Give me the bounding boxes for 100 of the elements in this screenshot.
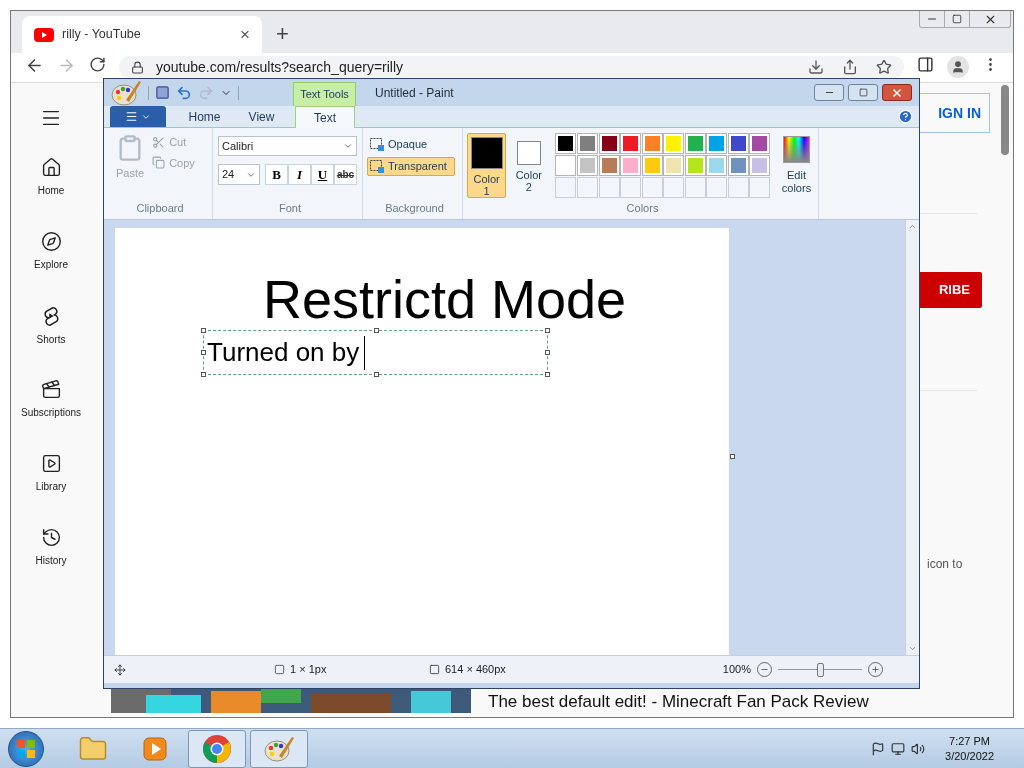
empty-swatch[interactable] — [577, 177, 598, 198]
background-option[interactable]: Transparent — [367, 157, 455, 176]
ribbon-tab[interactable]: Text — [295, 106, 355, 128]
copy-icon — [152, 156, 166, 170]
empty-swatch[interactable] — [706, 177, 728, 198]
tab-close-button[interactable]: × — [240, 26, 250, 43]
sidebar-item[interactable]: Library — [13, 451, 89, 525]
spectrum-icon — [782, 136, 810, 163]
palette-swatch[interactable] — [727, 133, 749, 154]
browser-tab[interactable]: rilly - YouTube × — [22, 16, 262, 53]
reload-icon[interactable] — [89, 56, 106, 73]
empty-swatch[interactable] — [663, 177, 685, 198]
start-button[interactable] — [8, 730, 44, 767]
group-label: Background — [384, 200, 445, 216]
text-box-icon — [370, 138, 384, 151]
palette-swatch[interactable] — [706, 155, 728, 176]
star-icon[interactable] — [876, 59, 892, 75]
forward-icon[interactable] — [57, 56, 76, 75]
sidebar-item[interactable]: Home — [13, 155, 89, 229]
resize-handle[interactable] — [730, 454, 735, 459]
action-center-icon[interactable] — [871, 741, 886, 756]
close-icon — [891, 86, 903, 99]
canvas-size-icon — [429, 664, 440, 675]
palette-swatch[interactable] — [684, 133, 706, 154]
edit-colors-button[interactable]: Edit colors — [774, 133, 818, 200]
palette-swatch[interactable] — [577, 133, 598, 154]
scroll-up-icon[interactable] — [908, 222, 917, 231]
palette-swatch[interactable] — [663, 155, 685, 176]
palette-swatch[interactable] — [598, 133, 620, 154]
maximize-icon — [858, 88, 868, 97]
vertical-scrollbar[interactable] — [905, 220, 919, 655]
selection-size: 1 × 1px — [290, 662, 327, 678]
address-bar[interactable]: youtube.com/results?search_query=rilly — [119, 56, 904, 78]
zoom-slider[interactable] — [778, 662, 862, 677]
palette-swatch[interactable] — [555, 133, 577, 154]
palette-swatch[interactable] — [641, 133, 663, 154]
text-cursor — [364, 335, 366, 370]
empty-swatch[interactable] — [684, 177, 706, 198]
text-box-icon — [370, 160, 384, 173]
home-icon — [40, 157, 62, 178]
canvas[interactable]: Restrictd Mode Turned on by — [115, 228, 729, 655]
palette-swatch[interactable] — [684, 155, 706, 176]
palette-swatch[interactable] — [749, 133, 771, 154]
empty-swatch[interactable] — [598, 177, 620, 198]
minimize-button[interactable] — [814, 84, 844, 101]
empty-swatch[interactable] — [727, 177, 749, 198]
ribbon-tab[interactable]: Home — [176, 106, 233, 127]
palette-swatch[interactable] — [620, 155, 642, 176]
download-icon[interactable] — [808, 59, 824, 75]
sidebar-item[interactable]: History — [13, 525, 89, 599]
palette-swatch[interactable] — [706, 133, 728, 154]
font-size-field[interactable]: 24 — [218, 164, 260, 185]
color-slot-button[interactable]: Color 2 — [509, 133, 549, 198]
scrollbar-thumb[interactable] — [1001, 85, 1009, 155]
sidebar-item[interactable]: Explore — [13, 229, 89, 303]
palette-swatch[interactable] — [663, 133, 685, 154]
volume-icon[interactable] — [911, 741, 926, 756]
share-icon[interactable] — [842, 59, 858, 75]
font-style-button[interactable]: U — [311, 164, 334, 185]
palette-swatch[interactable] — [727, 155, 749, 176]
empty-swatch[interactable] — [749, 177, 771, 198]
palette-swatch[interactable] — [577, 155, 598, 176]
scroll-down-icon[interactable] — [908, 644, 917, 653]
font-style-button[interactable]: B — [265, 164, 288, 185]
taskbar-app[interactable] — [188, 729, 246, 768]
back-icon[interactable] — [25, 56, 44, 75]
palette-swatch[interactable] — [598, 155, 620, 176]
empty-swatch[interactable] — [641, 177, 663, 198]
text-box[interactable]: Turned on by — [203, 330, 548, 375]
new-tab-button[interactable]: + — [276, 23, 289, 45]
background-option[interactable]: Opaque — [367, 135, 455, 154]
file-menu-button[interactable] — [110, 106, 166, 127]
help-icon[interactable] — [898, 109, 913, 124]
taskbar-app[interactable] — [250, 729, 308, 768]
font-style-button[interactable]: I — [288, 164, 311, 185]
palette-swatch[interactable] — [641, 155, 663, 176]
empty-swatch[interactable] — [620, 177, 642, 198]
font-style-button[interactable]: abc — [334, 164, 357, 185]
ribbon-tab[interactable]: View — [233, 106, 290, 127]
palette-swatch[interactable] — [749, 155, 771, 176]
subscribe-button[interactable]: RIBE — [917, 272, 982, 308]
sidebar-item[interactable]: Shorts — [13, 303, 89, 377]
color-slot-button[interactable]: Color 1 — [467, 133, 507, 198]
profile-avatar[interactable] — [947, 56, 969, 78]
description-text: icon to — [926, 556, 964, 573]
undo-icon[interactable] — [176, 84, 192, 101]
video-title[interactable]: The best default edit! - Minecraft Fan Pack Review — [488, 693, 869, 710]
palette-swatch[interactable] — [620, 133, 642, 154]
sidebar-item[interactable]: Subscriptions — [13, 377, 89, 451]
palette-swatch[interactable] — [555, 155, 577, 176]
subscriptions-icon — [40, 379, 62, 400]
empty-swatch[interactable] — [555, 177, 577, 198]
font-family-field[interactable]: Calibri — [218, 136, 357, 156]
clock[interactable]: 7:27 PM 3/20/2022 — [945, 733, 994, 764]
lock-icon — [131, 60, 144, 74]
close-button[interactable] — [882, 84, 912, 101]
group-label: Font — [278, 200, 302, 216]
network-icon[interactable] — [891, 741, 906, 756]
side-panel-icon[interactable] — [917, 56, 934, 73]
zoom-slider-thumb[interactable] — [817, 662, 824, 677]
